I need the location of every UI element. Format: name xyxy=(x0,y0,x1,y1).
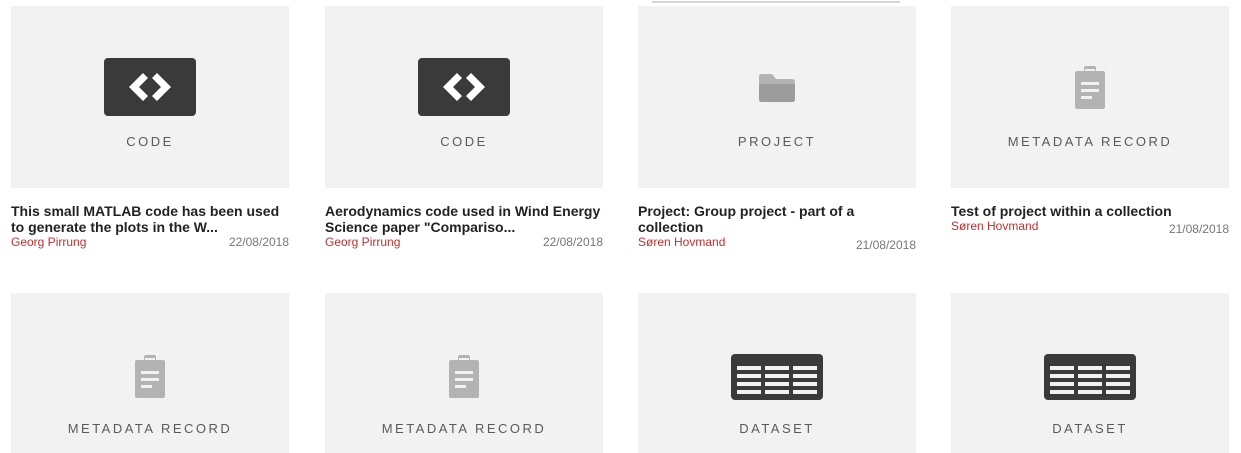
card-date: 22/08/2018 xyxy=(542,235,603,249)
result-card[interactable]: PROJECT Project: Group project - part of… xyxy=(638,6,916,252)
card-date: 21/08/2018 xyxy=(1168,222,1229,236)
card-title[interactable]: Test of project within a collection xyxy=(951,203,1229,219)
result-card[interactable]: CODE Aerodynamics code used in Wind Ener… xyxy=(325,6,603,249)
card-type-label: METADATA RECORD xyxy=(1007,134,1173,149)
card-thumbnail[interactable]: METADATA RECORD xyxy=(325,293,603,453)
card-type-label: PROJECT xyxy=(737,134,817,149)
clipboard-icon xyxy=(135,355,165,398)
code-icon xyxy=(104,58,196,116)
table-icon xyxy=(731,354,823,400)
card-thumbnail[interactable]: METADATA RECORD xyxy=(11,293,289,453)
clipboard-icon xyxy=(1075,66,1105,109)
result-card[interactable]: DATASET xyxy=(951,293,1229,453)
card-type-label: CODE xyxy=(440,134,488,149)
card-thumbnail[interactable]: DATASET xyxy=(951,293,1229,453)
card-title[interactable]: Aerodynamics code used in Wind Energy Sc… xyxy=(325,203,603,235)
card-thumbnail[interactable]: PROJECT xyxy=(638,6,916,188)
result-card[interactable]: DATASET xyxy=(638,293,916,453)
result-card[interactable]: METADATA RECORD xyxy=(325,293,603,453)
card-thumbnail[interactable]: CODE xyxy=(11,6,289,188)
top-divider xyxy=(652,1,900,3)
card-type-label: CODE xyxy=(126,134,174,149)
card-title[interactable]: This small MATLAB code has been used to … xyxy=(11,203,289,235)
card-thumbnail[interactable]: CODE xyxy=(325,6,603,188)
folder-icon xyxy=(759,74,795,102)
card-type-label: DATASET xyxy=(1052,421,1128,436)
card-thumbnail[interactable]: DATASET xyxy=(638,293,916,453)
card-author[interactable]: Søren Hovmand xyxy=(951,219,1038,233)
code-icon xyxy=(418,58,510,116)
card-thumbnail[interactable]: METADATA RECORD xyxy=(951,6,1229,188)
card-type-label: METADATA RECORD xyxy=(67,421,233,436)
clipboard-icon xyxy=(449,355,479,398)
card-title[interactable]: Project: Group project - part of a colle… xyxy=(638,203,916,235)
result-card[interactable]: CODE This small MATLAB code has been use… xyxy=(11,6,289,249)
card-type-label: METADATA RECORD xyxy=(381,421,547,436)
card-date: 21/08/2018 xyxy=(855,238,916,252)
card-author[interactable]: Søren Hovmand xyxy=(638,235,725,249)
card-date: 22/08/2018 xyxy=(228,235,289,249)
card-type-label: DATASET xyxy=(739,421,815,436)
result-card[interactable]: METADATA RECORD Test of project within a… xyxy=(951,6,1229,236)
result-card[interactable]: METADATA RECORD xyxy=(11,293,289,453)
card-author[interactable]: Georg Pirrung xyxy=(325,235,400,249)
card-author[interactable]: Georg Pirrung xyxy=(11,235,86,249)
table-icon xyxy=(1044,354,1136,400)
